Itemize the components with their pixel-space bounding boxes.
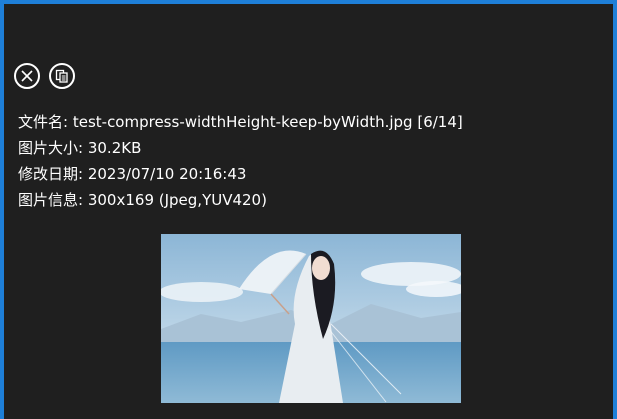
copy-icon (55, 69, 68, 83)
filesize-row: 图片大小: 30.2KB (18, 135, 463, 161)
filename-label: 文件名: (18, 113, 69, 131)
modified-date-value: 2023/07/10 20:16:43 (87, 165, 247, 183)
close-button[interactable] (14, 63, 40, 89)
filesize-label: 图片大小: (18, 139, 84, 157)
image-meta-row: 图片信息: 300x169 (Jpeg,YUV420) (18, 187, 463, 213)
copy-button[interactable] (49, 63, 75, 89)
image-preview (161, 234, 461, 403)
modified-date-row: 修改日期: 2023/07/10 20:16:43 (18, 161, 463, 187)
toolbar (14, 63, 75, 89)
close-icon (21, 70, 33, 82)
modified-date-label: 修改日期: (18, 165, 84, 183)
filename-row: 文件名: test-compress-widthHeight-keep-byWi… (18, 109, 463, 135)
image-meta-label: 图片信息: (18, 191, 84, 209)
image-info-panel: 文件名: test-compress-widthHeight-keep-byWi… (18, 109, 463, 213)
image-viewer-window: 文件名: test-compress-widthHeight-keep-byWi… (0, 0, 617, 419)
preview-photo (161, 234, 461, 403)
filename-value: test-compress-widthHeight-keep-byWidth.j… (72, 113, 463, 131)
filesize-value: 30.2KB (87, 139, 142, 157)
image-meta-value: 300x169 (Jpeg,YUV420) (87, 191, 267, 209)
